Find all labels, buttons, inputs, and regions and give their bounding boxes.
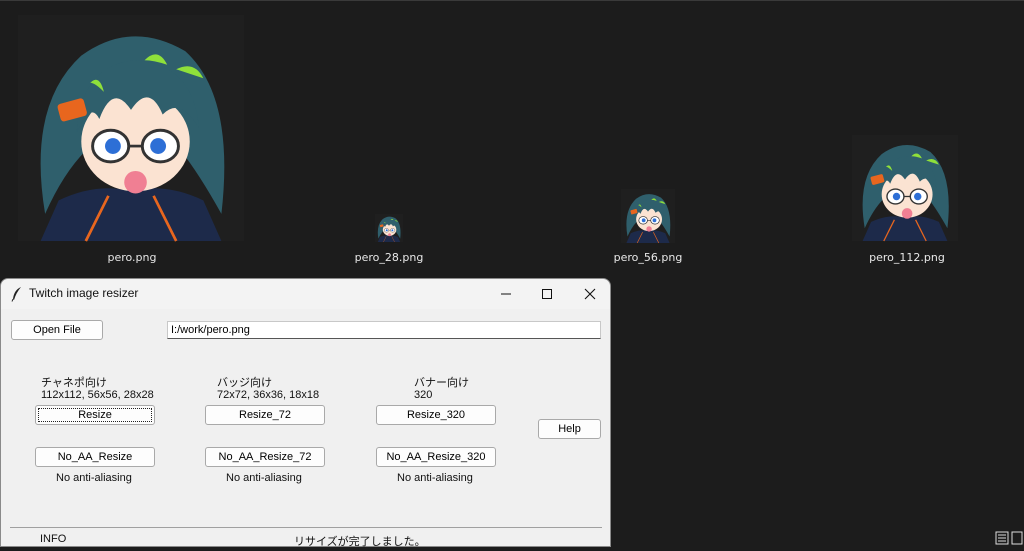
- no-aa-note: No anti-aliasing: [226, 472, 302, 484]
- status-level: INFO: [40, 533, 67, 545]
- feather-icon: [11, 287, 21, 302]
- no-aa-note: No anti-aliasing: [56, 472, 132, 484]
- close-icon: [584, 288, 596, 300]
- resizer-window: Twitch image resizer Open File I:/work/p…: [0, 278, 611, 548]
- resize-320-button[interactable]: Resize_320: [376, 405, 496, 425]
- file-label: pero.png: [107, 251, 157, 264]
- no-aa-resize-320-button[interactable]: No_AA_Resize_320: [376, 447, 496, 467]
- thumbnail-pero-28[interactable]: [375, 214, 403, 242]
- group-heading-banner: バナー向け: [414, 377, 469, 389]
- file-path-input[interactable]: I:/work/pero.png: [167, 321, 601, 339]
- group-sizes-channel-points: 112x112, 56x56, 28x28: [41, 389, 154, 401]
- resize-72-button[interactable]: Resize_72: [205, 405, 325, 425]
- close-button[interactable]: [568, 279, 612, 309]
- title-bar[interactable]: Twitch image resizer: [1, 279, 610, 309]
- group-sizes-banner: 320: [414, 389, 433, 401]
- maximize-button[interactable]: [525, 279, 569, 309]
- resize-button[interactable]: Resize: [35, 405, 155, 425]
- thumbnail-pero[interactable]: [18, 13, 244, 243]
- group-heading-badge: バッジ向け: [217, 377, 272, 389]
- minimize-icon: [501, 293, 511, 295]
- open-file-button[interactable]: Open File: [11, 320, 103, 340]
- group-heading-channel-points: チャネポ向け: [41, 377, 107, 389]
- view-toggle[interactable]: [994, 529, 1024, 547]
- maximize-icon: [542, 289, 552, 299]
- no-aa-resize-72-button[interactable]: No_AA_Resize_72: [205, 447, 325, 467]
- help-button[interactable]: Help: [538, 419, 601, 439]
- window-title: Twitch image resizer: [29, 286, 139, 300]
- file-label: pero_56.png: [613, 251, 683, 264]
- thumbnail-pero-56[interactable]: [621, 188, 675, 244]
- no-aa-resize-button[interactable]: No_AA_Resize: [35, 447, 155, 467]
- thumbnail-pero-112[interactable]: [852, 133, 958, 243]
- status-separator: [10, 527, 602, 528]
- details-view-icon[interactable]: [994, 529, 1024, 547]
- desktop-top-edge: [0, 0, 1024, 1]
- file-label: pero_28.png: [354, 251, 424, 264]
- group-sizes-badge: 72x72, 36x36, 18x18: [217, 389, 320, 401]
- file-label: pero_112.png: [869, 251, 945, 264]
- minimize-button[interactable]: [484, 279, 528, 309]
- no-aa-note: No anti-aliasing: [397, 472, 473, 484]
